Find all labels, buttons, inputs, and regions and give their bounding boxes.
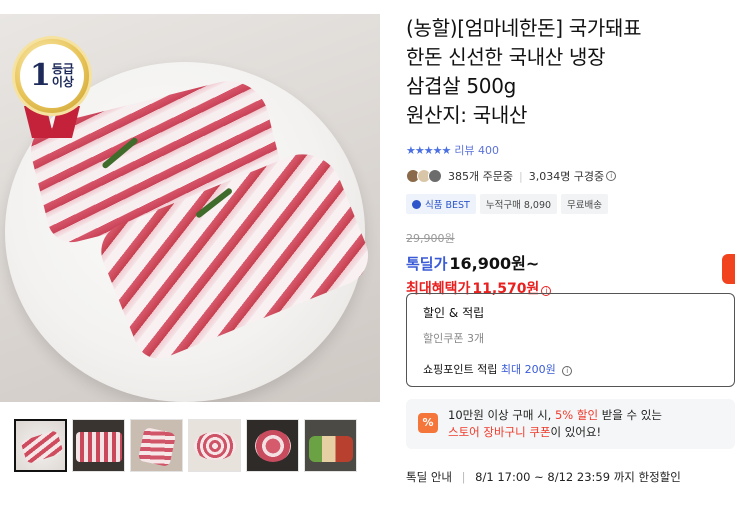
tag-food-best[interactable]: 식품 BEST	[406, 194, 476, 214]
point-label: 쇼핑포인트 적립	[423, 363, 498, 376]
product-info: (농할)[엄마네한돈] 국가돼표 한돈 신선한 국내산 냉장 삼겹살 500g …	[406, 14, 735, 298]
rating-row: ★★★★★ 리뷰 400	[406, 142, 735, 158]
tag-cumulative-purchases: 누적구매 8,090	[479, 194, 558, 214]
divider: |	[518, 169, 523, 183]
badge-number: 1	[30, 58, 51, 93]
title-line: 원산지: 국내산	[406, 103, 528, 127]
badge-text: 등급 이상	[52, 63, 74, 88]
original-price: 29,900원	[406, 232, 455, 245]
review-link[interactable]: 리뷰 400	[454, 142, 499, 158]
viewers-count: 3,034명 구경중	[528, 170, 605, 183]
tag-free-shipping: 무료배송	[561, 194, 609, 214]
sale-price: 16,900원~	[449, 254, 540, 273]
buyer-avatars	[406, 169, 442, 183]
side-floating-tab[interactable]	[722, 254, 735, 284]
best-icon	[412, 199, 421, 209]
title-line: 삼겹살 500g	[406, 74, 517, 98]
point-row: 쇼핑포인트 적립 최대 200원 i	[423, 361, 573, 377]
badge-circle: 1 등급 이상	[12, 36, 92, 116]
product-title: (농할)[엄마네한돈] 국가돼표 한돈 신선한 국내산 냉장 삼겹살 500g …	[406, 14, 735, 130]
title-line: 한돈 신선한 국내산 냉장	[406, 45, 606, 69]
badge-text-line2: 이상	[51, 75, 74, 89]
promo-text-b: 받을 수 있는	[601, 408, 662, 422]
thumbnail-strip	[14, 419, 357, 472]
promo-discount: 5% 할인	[554, 408, 599, 422]
point-max: 최대 200원	[500, 363, 556, 376]
cropped-next-row	[406, 508, 735, 517]
tags-row: 식품 BEST 누적구매 8,090 무료배송	[406, 194, 735, 214]
product-page: 1 등급 이상 (농할)[엄마네한돈] 국가돼표 한돈 신선한 국내산 냉장 삼…	[0, 0, 735, 517]
stats-row: 385개 주문중 | 3,034명 구경중 i	[406, 168, 735, 184]
promo-text: 10만원 이상 구매 시, 5% 할인 받을 수 있는 스토어 장바구니 쿠폰이…	[448, 407, 662, 441]
badge-inner: 1 등급 이상	[20, 44, 84, 108]
avatar	[428, 169, 442, 183]
percent-icon: %	[418, 413, 438, 433]
divider: |	[461, 470, 466, 484]
price-label: 톡딜가	[406, 255, 448, 273]
discount-title: 할인 & 적립	[423, 306, 485, 320]
discount-box[interactable]: 할인 & 적립 할인쿠폰 3개 쇼핑포인트 적립 최대 200원 i	[406, 293, 735, 387]
thumbnail-3[interactable]	[130, 419, 183, 472]
promo-text-a: 10만원 이상 구매 시,	[448, 408, 552, 422]
thumbnail-2[interactable]	[72, 419, 125, 472]
tag-label: 식품 BEST	[425, 200, 470, 211]
thumbnail-6[interactable]	[304, 419, 357, 472]
gold-grade-badge-icon: 1 등급 이상	[8, 36, 96, 146]
deal-info: 톡딜 안내 | 8/1 17:00 ~ 8/12 23:59 까지 한정할인	[406, 469, 681, 485]
deal-period: 8/1 17:00 ~ 8/12 23:59 까지 한정할인	[475, 470, 681, 484]
star-icon: ★★★★★	[406, 143, 451, 157]
coupon-count[interactable]: 할인쿠폰 3개	[423, 330, 484, 346]
title-line: (농할)[엄마네한돈] 국가돼표	[406, 16, 642, 40]
info-icon[interactable]: i	[562, 366, 573, 376]
promo-text-c: 이 있어요!	[550, 425, 602, 439]
promo-coupon: 스토어 장바구니 쿠폰	[448, 425, 551, 439]
thumbnail-5[interactable]	[246, 419, 299, 472]
price-row: 톡딜가 16,900원~	[406, 250, 735, 274]
info-icon[interactable]: i	[606, 171, 617, 181]
deal-label: 톡딜 안내	[406, 470, 452, 484]
orders-count: 385개 주문중	[448, 170, 513, 183]
store-coupon-banner[interactable]: % 10만원 이상 구매 시, 5% 할인 받을 수 있는 스토어 장바구니 쿠…	[406, 399, 735, 449]
main-product-image[interactable]: 1 등급 이상	[0, 14, 380, 402]
thumbnail-1[interactable]	[14, 419, 67, 472]
thumbnail-4[interactable]	[188, 419, 241, 472]
